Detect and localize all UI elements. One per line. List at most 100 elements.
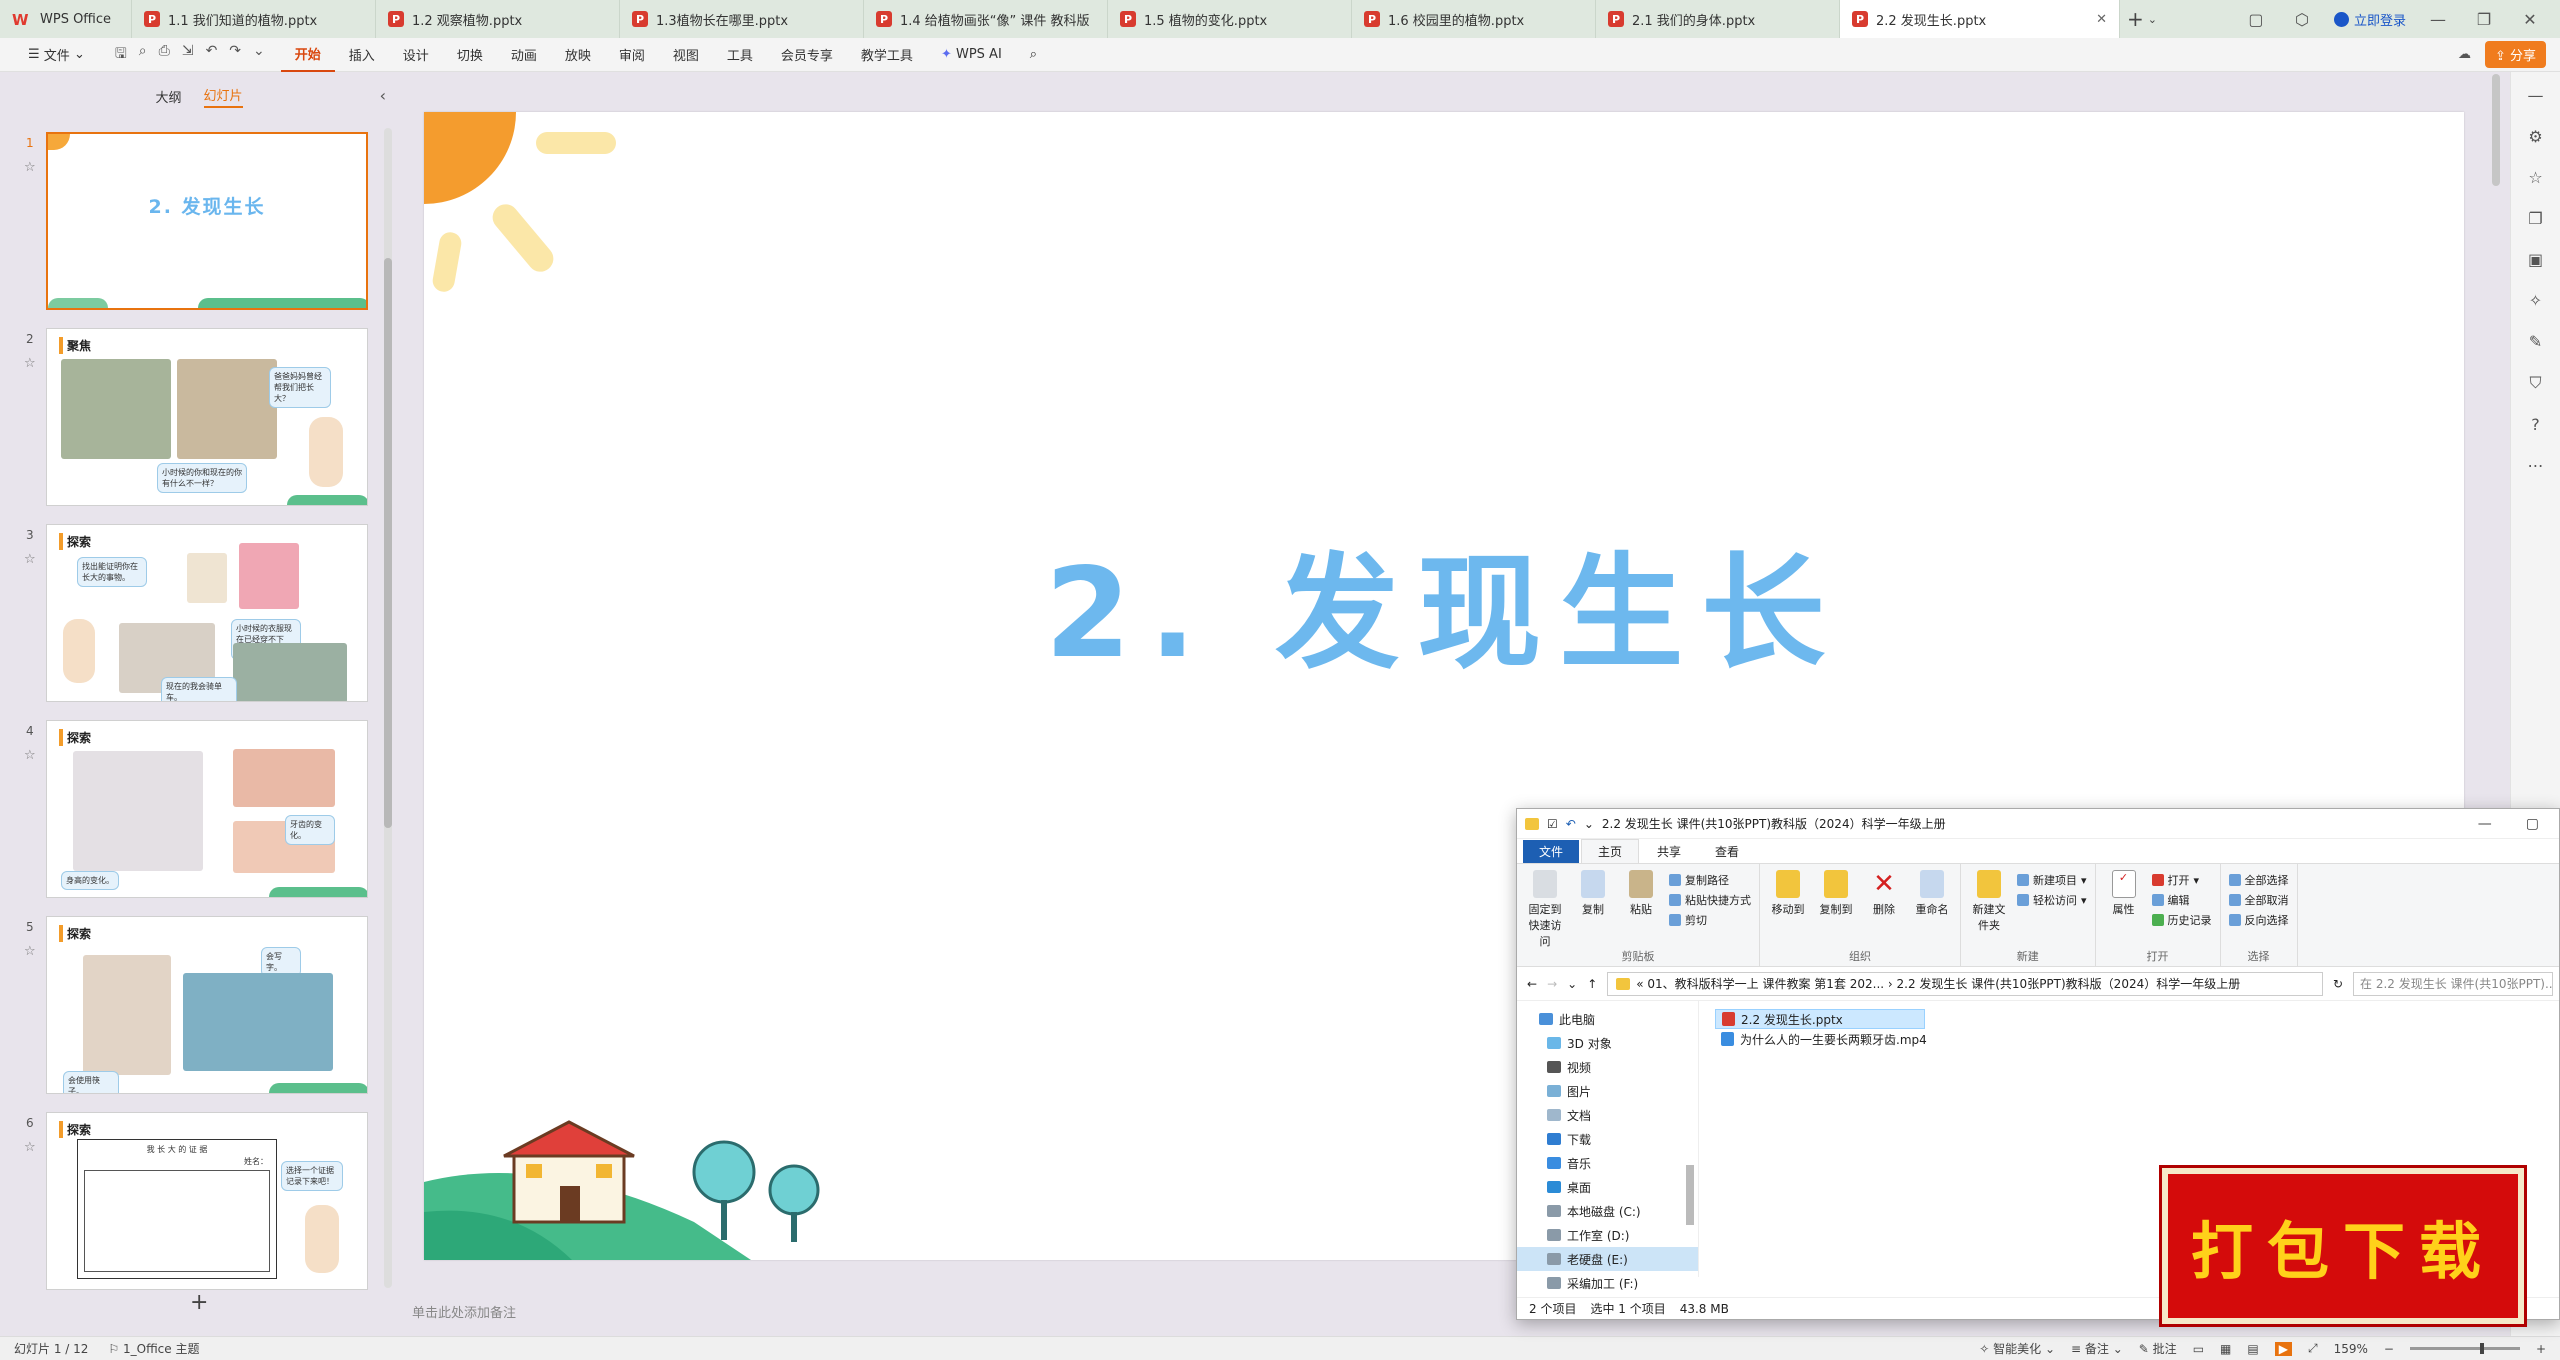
slide-thumbnail[interactable]: 探索 牙齿的变化。 身高的变化。 [46, 720, 368, 898]
search-icon[interactable]: ⌕ [1016, 38, 1051, 72]
slides-scrollbar[interactable] [384, 128, 392, 1288]
find-icon[interactable]: ⌕ [139, 43, 147, 67]
properties-icon[interactable]: ☑ [1547, 817, 1558, 831]
tab-slides[interactable]: 幻灯片 [203, 85, 243, 108]
back-arrow-icon[interactable]: ← [1527, 977, 1537, 991]
edit-button[interactable]: 编辑 [2151, 892, 2212, 908]
scrollbar-thumb[interactable] [1686, 1165, 1694, 1225]
cube-icon[interactable]: ⬡ [2288, 10, 2316, 29]
refresh-icon[interactable]: ↻ [2333, 977, 2343, 991]
tab-doc-1-1[interactable]: P 1.1 我们知道的植物.pptx [132, 0, 376, 38]
nav-item-drive-f[interactable]: 采编加工 (F:) [1517, 1271, 1698, 1295]
menu-tools[interactable]: 工具 [713, 38, 767, 72]
tab-outline[interactable]: 大纲 [155, 87, 181, 106]
scrollbar-thumb[interactable] [384, 258, 392, 828]
star-icon[interactable]: ☆ [24, 748, 36, 763]
easy-access-button[interactable]: 轻松访问 ▾ [2017, 892, 2087, 908]
nav-item-documents[interactable]: 文档 [1517, 1103, 1698, 1127]
menu-animation[interactable]: 动画 [497, 38, 551, 72]
nav-item-downloads[interactable]: 下载 [1517, 1127, 1698, 1151]
menu-teaching-tools[interactable]: 教学工具 [847, 38, 927, 72]
more-chevron-icon[interactable]: ⌄ [253, 43, 265, 67]
cut-button[interactable]: 剪切 [1669, 912, 1751, 928]
open-button[interactable]: 打开 ▾ [2151, 872, 2212, 888]
menu-wps-ai[interactable]: ✦ WPS AI [927, 38, 1016, 72]
window-layout-icon[interactable]: ▢ [2242, 10, 2270, 29]
slide-thumbnail[interactable]: 探索 我 长 大 的 证 据 姓名： 选择一个证据记录下来吧！ [46, 1112, 368, 1290]
nav-scrollbar[interactable] [1686, 1005, 1696, 1265]
tab-doc-2-1[interactable]: P 2.1 我们的身体.pptx [1596, 0, 1840, 38]
scrollbar-thumb[interactable] [2492, 74, 2500, 186]
copy-path-button[interactable]: 复制路径 [1669, 872, 1751, 888]
menu-home[interactable]: 开始 [280, 38, 335, 72]
menu-view[interactable]: 视图 [659, 38, 713, 72]
star-icon[interactable]: ☆ [24, 356, 36, 371]
nav-item-desktop[interactable]: 桌面 [1517, 1175, 1698, 1199]
nav-item-music[interactable]: 音乐 [1517, 1151, 1698, 1175]
menu-review[interactable]: 审阅 [605, 38, 659, 72]
cloud-icon[interactable]: ☁ [2458, 47, 2471, 62]
file-menu[interactable]: ☰ 文件 ⌄ [14, 38, 99, 72]
print-icon[interactable]: ⎙ [159, 43, 170, 67]
recent-chevron-icon[interactable]: ⌄ [1567, 977, 1577, 991]
brush-icon[interactable]: ✎ [2529, 332, 2542, 351]
save-icon[interactable]: 🖫 [115, 43, 127, 67]
zoom-level[interactable]: 159% [2334, 1342, 2368, 1356]
zoom-slider-handle[interactable] [2479, 1343, 2484, 1354]
magic-icon[interactable]: ✧ [2529, 291, 2542, 310]
file-item-mp4[interactable]: 为什么人的一生要长两颗牙齿.mp4 [1715, 1029, 1975, 1049]
minimize-button[interactable]: — [2478, 816, 2492, 832]
normal-view-icon[interactable]: ▭ [2193, 1342, 2204, 1356]
maximize-button[interactable]: ▢ [2526, 816, 2539, 832]
zoom-slider[interactable] [2409, 1343, 2520, 1354]
menu-design[interactable]: 设计 [389, 38, 443, 72]
star-icon[interactable]: ☆ [24, 552, 36, 567]
slide-thumbnail-row[interactable]: 3 ☆ 探索 找出能证明你在长大的事物。 小时候的衣服现在已经穿不下了。 现在的… [0, 518, 380, 702]
nav-item-videos[interactable]: 视频 [1517, 1055, 1698, 1079]
invert-selection-button[interactable]: 反向选择 [2228, 912, 2289, 928]
tab-doc-1-3[interactable]: P 1.3植物长在哪里.pptx [620, 0, 864, 38]
add-slide-button[interactable]: + [190, 1290, 208, 1315]
slide-thumbnail-row[interactable]: 1 ☆ 2. 发现生长 [0, 126, 380, 310]
star-icon[interactable]: ☆ [24, 944, 36, 959]
new-tab-button[interactable]: + ⌄ [2120, 0, 2164, 38]
tab-doc-2-2-active[interactable]: P 2.2 发现生长.pptx ✕ [1840, 0, 2120, 38]
notes-placeholder[interactable]: 单击此处添加备注 [412, 1302, 516, 1321]
adjust-icon[interactable]: ⚙ [2528, 127, 2542, 146]
minus-icon[interactable]: — [2528, 86, 2544, 105]
star-icon[interactable]: ☆ [2528, 168, 2542, 187]
tab-doc-1-4[interactable]: P 1.4 给植物画张“像” 课件 教科版 [864, 0, 1108, 38]
ribbon-tab-home[interactable]: 主页 [1581, 839, 1640, 863]
tab-doc-1-5[interactable]: P 1.5 植物的变化.pptx [1108, 0, 1352, 38]
menu-slideshow[interactable]: 放映 [551, 38, 605, 72]
nav-item-3d[interactable]: 3D 对象 [1517, 1031, 1698, 1055]
tab-close-icon[interactable]: ✕ [2096, 12, 2107, 27]
image-icon[interactable]: ▣ [2528, 250, 2543, 269]
undo-icon[interactable]: ↶ [1566, 817, 1576, 831]
forward-arrow-icon[interactable]: → [1547, 977, 1557, 991]
zoom-in-button[interactable]: + [2536, 1342, 2546, 1356]
star-icon[interactable]: ☆ [24, 1140, 36, 1155]
history-button[interactable]: 历史记录 [2151, 912, 2212, 928]
undo-icon[interactable]: ↶ [206, 43, 218, 67]
ribbon-tab-file[interactable]: 文件 [1523, 840, 1580, 863]
select-none-button[interactable]: 全部取消 [2228, 892, 2289, 908]
nav-item-pictures[interactable]: 图片 [1517, 1079, 1698, 1103]
new-item-button[interactable]: 新建项目 ▾ [2017, 872, 2087, 888]
star-icon[interactable]: ☆ [24, 160, 36, 175]
menu-insert[interactable]: 插入 [335, 38, 389, 72]
zoom-out-button[interactable]: − [2384, 1342, 2394, 1356]
reading-view-icon[interactable]: ▤ [2247, 1342, 2258, 1356]
collapse-pane-icon[interactable]: ‹ [380, 86, 386, 105]
select-all-button[interactable]: 全部选择 [2228, 872, 2289, 888]
slide-thumbnail[interactable]: 探索 找出能证明你在长大的事物。 小时候的衣服现在已经穿不下了。 现在的我会骑单… [46, 524, 368, 702]
menu-transition[interactable]: 切换 [443, 38, 497, 72]
nav-item-drive-c[interactable]: 本地磁盘 (C:) [1517, 1199, 1698, 1223]
export-icon[interactable]: ⇲ [182, 43, 194, 67]
search-input[interactable]: 在 2.2 发现生长 课件(共10张PPT)... [2353, 971, 2553, 996]
slide-thumbnail-row[interactable]: 2 ☆ 聚焦 爸爸妈妈曾经帮我们把长大？ 小时候的你和现在的你有什么不一样？ [0, 322, 380, 506]
slide-thumbnail-row[interactable]: 6 ☆ 探索 我 长 大 的 证 据 姓名： 选择一个证据记录下来吧！ [0, 1106, 380, 1290]
address-bar[interactable]: « 01、教科版科学一上 课件教案 第1套 202... › 2.2 发现生长 … [1607, 971, 2323, 996]
slide-thumbnail[interactable]: 探索 会写字。 会使用筷子。 [46, 916, 368, 1094]
theme-name[interactable]: ⚐ 1_Office 主题 [108, 1340, 199, 1357]
